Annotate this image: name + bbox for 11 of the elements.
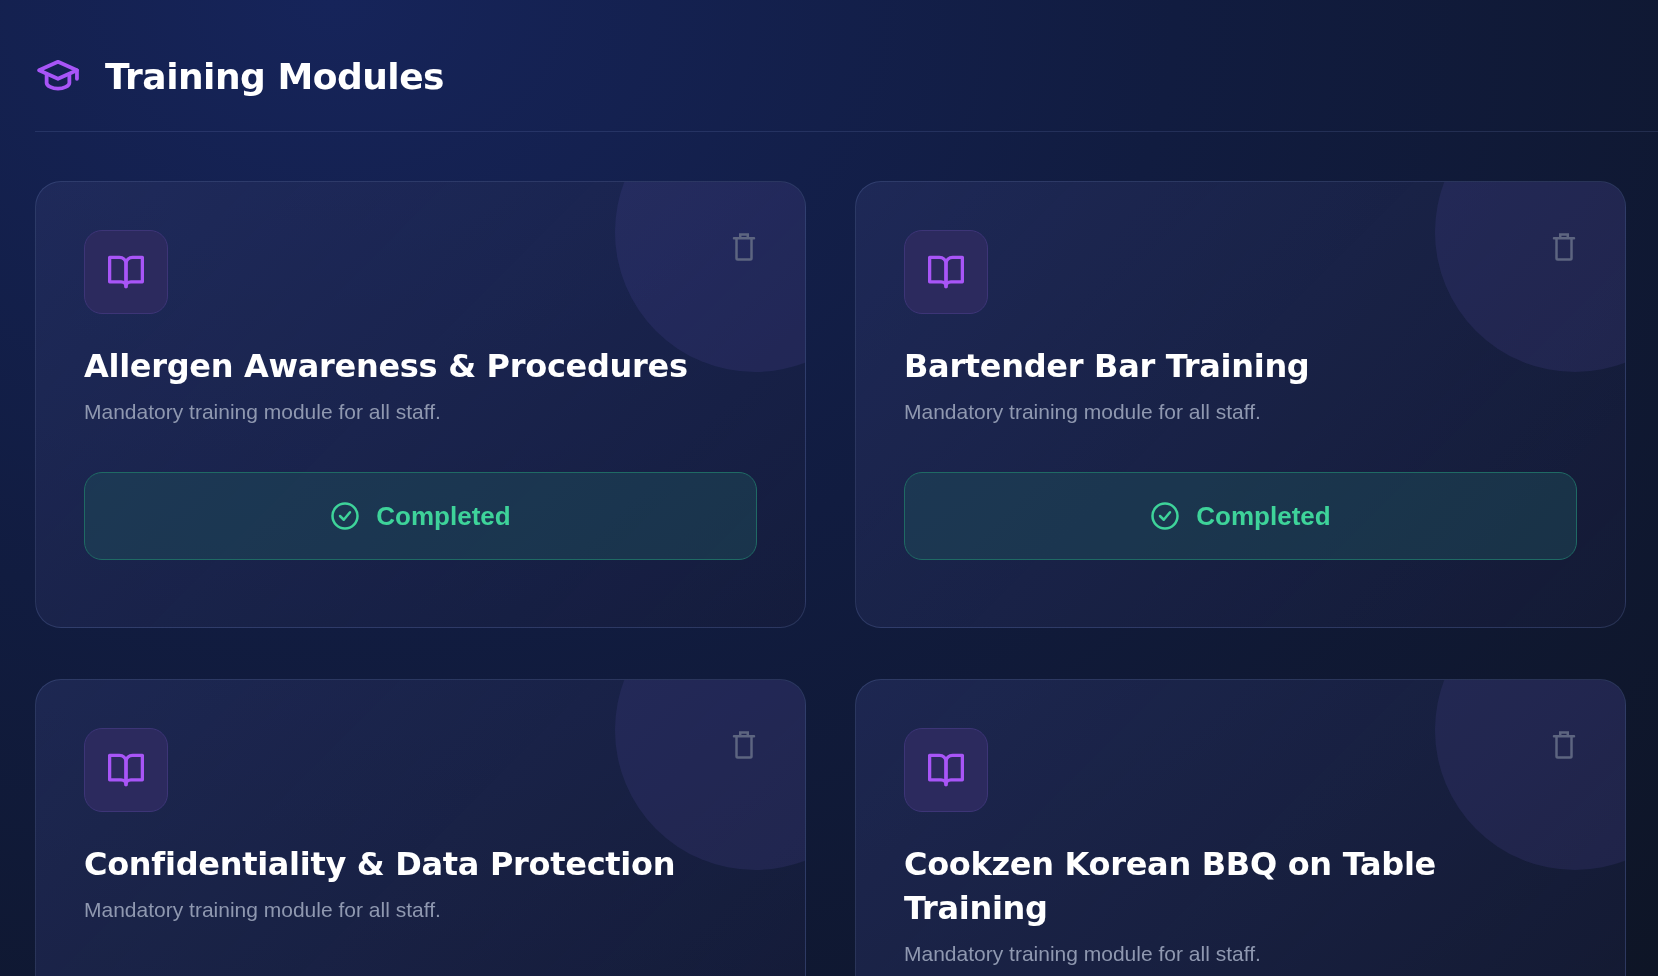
- completed-status-button[interactable]: Completed: [84, 472, 757, 560]
- module-description: Mandatory training module for all staff.: [904, 942, 1262, 966]
- page-title: Training Modules: [105, 55, 445, 97]
- module-description: Mandatory training module for all staff.: [84, 400, 442, 424]
- module-description: Mandatory training module for all staff.: [904, 400, 1262, 424]
- module-description: Mandatory training module for all staff.: [84, 898, 442, 922]
- module-title: Confidentiality & Data Protection: [84, 844, 677, 885]
- module-title: Bartender Bar Training: [904, 346, 1311, 387]
- module-title: Allergen Awareness & Procedures: [84, 346, 689, 387]
- module-title: Cookzen Korean BBQ on Table Training: [904, 844, 1437, 929]
- completed-status-button[interactable]: Completed: [904, 472, 1577, 560]
